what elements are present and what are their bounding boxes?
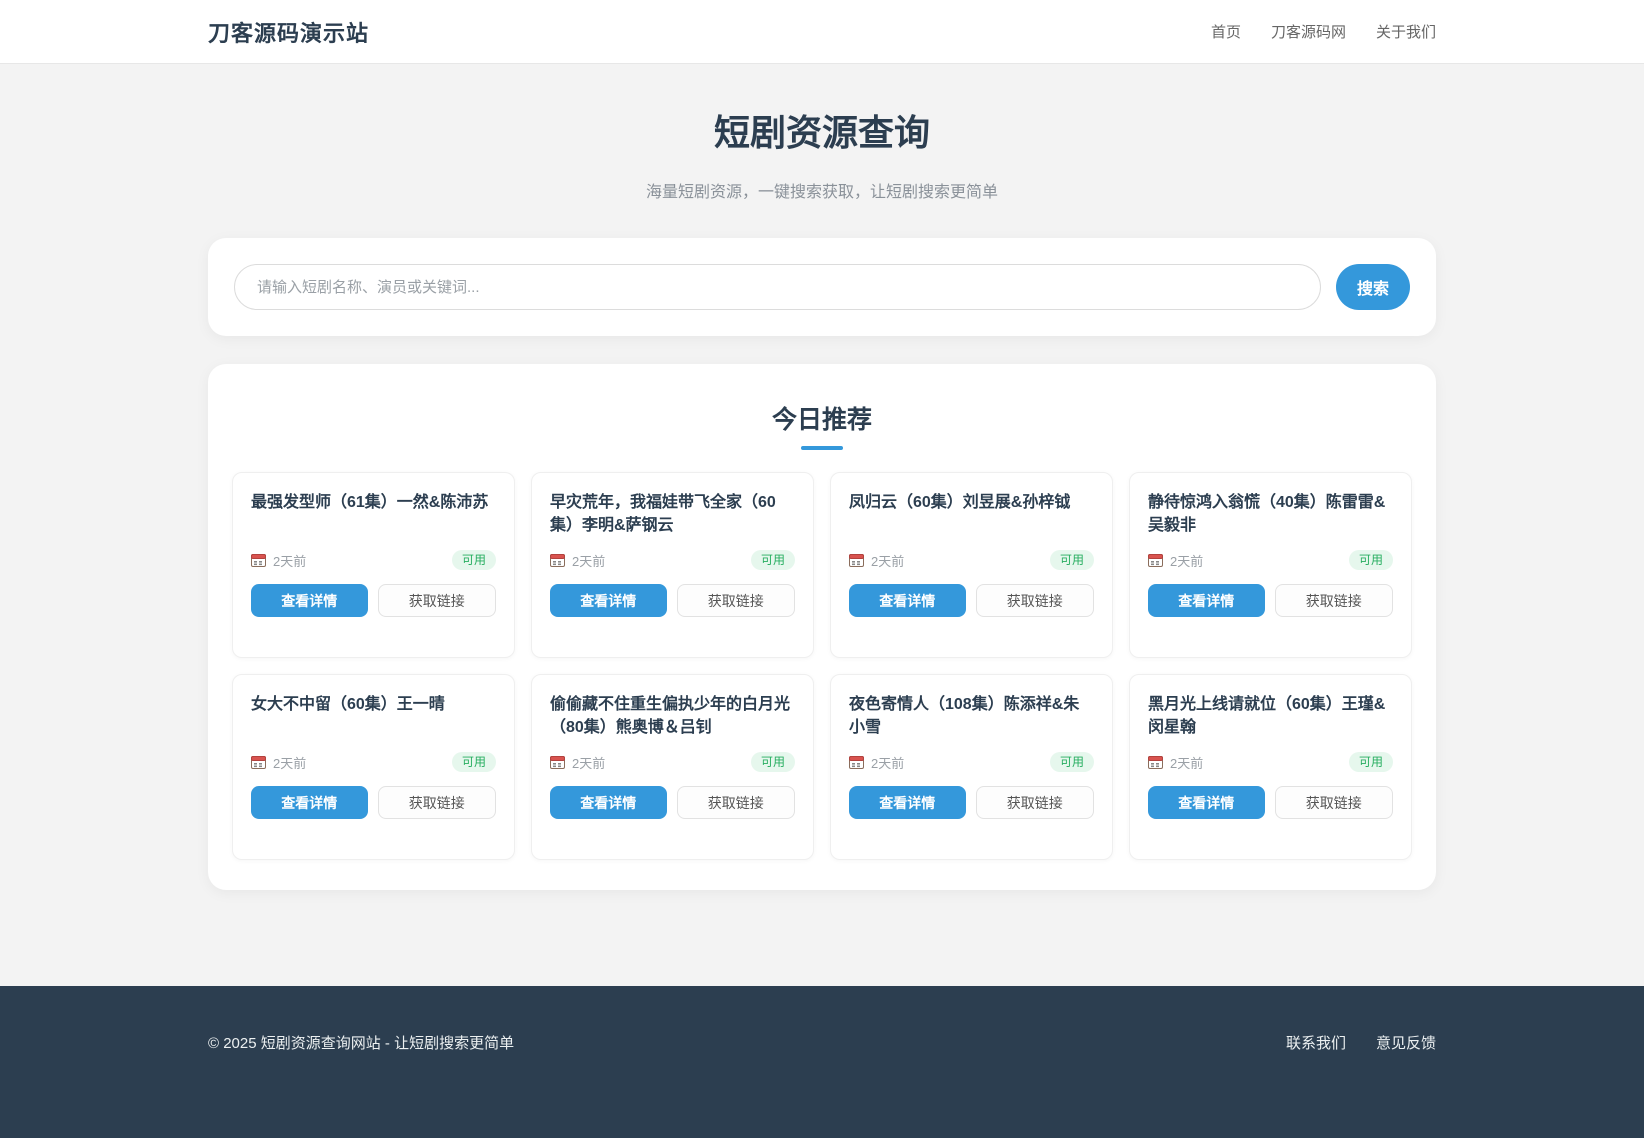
copyright-text: © 2025 短剧资源查询网站 - 让短剧搜索更简单 <box>208 1032 514 1053</box>
view-detail-button[interactable]: 查看详情 <box>550 786 667 819</box>
calendar-icon <box>251 553 266 567</box>
drama-meta: 2天前 可用 <box>1148 752 1393 772</box>
view-detail-button[interactable]: 查看详情 <box>849 584 966 617</box>
footer-link-feedback[interactable]: 意见反馈 <box>1376 1032 1436 1053</box>
calendar-icon <box>849 553 864 567</box>
calendar-icon <box>550 755 565 769</box>
get-link-button[interactable]: 获取链接 <box>378 584 497 617</box>
calendar-icon <box>849 755 864 769</box>
drama-title: 凤归云（60集）刘昱展&孙梓钺 <box>849 491 1094 538</box>
drama-meta: 2天前 可用 <box>849 752 1094 772</box>
drama-card: 早灾荒年，我福娃带飞全家（60集）李明&萨钢云 2天前 可用 查看详情 获取链接 <box>531 472 814 658</box>
get-link-button[interactable]: 获取链接 <box>976 786 1095 819</box>
calendar-icon <box>251 755 266 769</box>
drama-meta: 2天前 可用 <box>849 550 1094 570</box>
site-footer: © 2025 短剧资源查询网站 - 让短剧搜索更简单 联系我们 意见反馈 <box>0 986 1644 1138</box>
drama-title: 黑月光上线请就位（60集）王瑾&闵星翰 <box>1148 693 1393 740</box>
get-link-button[interactable]: 获取链接 <box>677 584 796 617</box>
drama-time: 2天前 <box>871 551 904 570</box>
status-badge: 可用 <box>452 752 496 772</box>
get-link-button[interactable]: 获取链接 <box>378 786 497 819</box>
get-link-button[interactable]: 获取链接 <box>1275 786 1394 819</box>
status-badge: 可用 <box>751 550 795 570</box>
main-nav: 首页 刀客源码网 关于我们 <box>1211 21 1436 42</box>
footer-links: 联系我们 意见反馈 <box>1286 1032 1436 1053</box>
site-logo[interactable]: 刀客源码演示站 <box>208 16 369 48</box>
get-link-button[interactable]: 获取链接 <box>976 584 1095 617</box>
search-input[interactable] <box>234 264 1321 310</box>
view-detail-button[interactable]: 查看详情 <box>251 786 368 819</box>
status-badge: 可用 <box>751 752 795 772</box>
status-badge: 可用 <box>452 550 496 570</box>
drama-meta: 2天前 可用 <box>251 550 496 570</box>
view-detail-button[interactable]: 查看详情 <box>1148 584 1265 617</box>
drama-card: 凤归云（60集）刘昱展&孙梓钺 2天前 可用 查看详情 获取链接 <box>830 472 1113 658</box>
recommend-panel: 今日推荐 最强发型师（61集）一然&陈沛苏 2天前 可用 查看详情 获取链接 早… <box>208 364 1436 890</box>
calendar-icon <box>1148 755 1163 769</box>
drama-time: 2天前 <box>273 551 306 570</box>
heading-underline <box>801 446 843 450</box>
drama-title: 偷偷藏不住重生偏执少年的白月光（80集）熊奥博＆吕钊 <box>550 693 795 740</box>
page-subtitle: 海量短剧资源，一键搜索获取，让短剧搜索更简单 <box>208 178 1436 202</box>
calendar-icon <box>550 553 565 567</box>
status-badge: 可用 <box>1050 752 1094 772</box>
drama-title: 静待惊鸿入翁慌（40集）陈雷雷&吴毅非 <box>1148 491 1393 538</box>
nav-item-about[interactable]: 关于我们 <box>1376 21 1436 42</box>
drama-meta: 2天前 可用 <box>251 752 496 772</box>
drama-title: 最强发型师（61集）一然&陈沛苏 <box>251 491 496 538</box>
drama-time: 2天前 <box>572 753 605 772</box>
drama-title: 女大不中留（60集）王一晴 <box>251 693 496 740</box>
drama-time: 2天前 <box>1170 551 1203 570</box>
status-badge: 可用 <box>1349 550 1393 570</box>
drama-time: 2天前 <box>1170 753 1203 772</box>
hero-section: 短剧资源查询 海量短剧资源，一键搜索获取，让短剧搜索更简单 <box>208 64 1436 202</box>
drama-title: 夜色寄情人（108集）陈添祥&朱小雪 <box>849 693 1094 740</box>
view-detail-button[interactable]: 查看详情 <box>849 786 966 819</box>
drama-time: 2天前 <box>273 753 306 772</box>
search-button[interactable]: 搜索 <box>1336 264 1410 310</box>
nav-item-home[interactable]: 首页 <box>1211 21 1241 42</box>
page-title: 短剧资源查询 <box>208 104 1436 156</box>
drama-meta: 2天前 可用 <box>550 752 795 772</box>
drama-card: 最强发型师（61集）一然&陈沛苏 2天前 可用 查看详情 获取链接 <box>232 472 515 658</box>
drama-card: 静待惊鸿入翁慌（40集）陈雷雷&吴毅非 2天前 可用 查看详情 获取链接 <box>1129 472 1412 658</box>
drama-card: 黑月光上线请就位（60集）王瑾&闵星翰 2天前 可用 查看详情 获取链接 <box>1129 674 1412 860</box>
site-header: 刀客源码演示站 首页 刀客源码网 关于我们 <box>0 0 1644 64</box>
drama-title: 早灾荒年，我福娃带飞全家（60集）李明&萨钢云 <box>550 491 795 538</box>
search-panel: 搜索 <box>208 238 1436 336</box>
drama-time: 2天前 <box>572 551 605 570</box>
drama-card: 女大不中留（60集）王一晴 2天前 可用 查看详情 获取链接 <box>232 674 515 860</box>
calendar-icon <box>1148 553 1163 567</box>
recommend-heading: 今日推荐 <box>232 400 1412 436</box>
drama-card: 夜色寄情人（108集）陈添祥&朱小雪 2天前 可用 查看详情 获取链接 <box>830 674 1113 860</box>
drama-meta: 2天前 可用 <box>1148 550 1393 570</box>
view-detail-button[interactable]: 查看详情 <box>550 584 667 617</box>
view-detail-button[interactable]: 查看详情 <box>251 584 368 617</box>
drama-meta: 2天前 可用 <box>550 550 795 570</box>
footer-link-contact[interactable]: 联系我们 <box>1286 1032 1346 1053</box>
drama-cards-grid: 最强发型师（61集）一然&陈沛苏 2天前 可用 查看详情 获取链接 早灾荒年，我… <box>232 472 1412 860</box>
get-link-button[interactable]: 获取链接 <box>677 786 796 819</box>
drama-card: 偷偷藏不住重生偏执少年的白月光（80集）熊奥博＆吕钊 2天前 可用 查看详情 获… <box>531 674 814 860</box>
status-badge: 可用 <box>1050 550 1094 570</box>
drama-time: 2天前 <box>871 753 904 772</box>
status-badge: 可用 <box>1349 752 1393 772</box>
view-detail-button[interactable]: 查看详情 <box>1148 786 1265 819</box>
nav-item-source-site[interactable]: 刀客源码网 <box>1271 21 1346 42</box>
get-link-button[interactable]: 获取链接 <box>1275 584 1394 617</box>
